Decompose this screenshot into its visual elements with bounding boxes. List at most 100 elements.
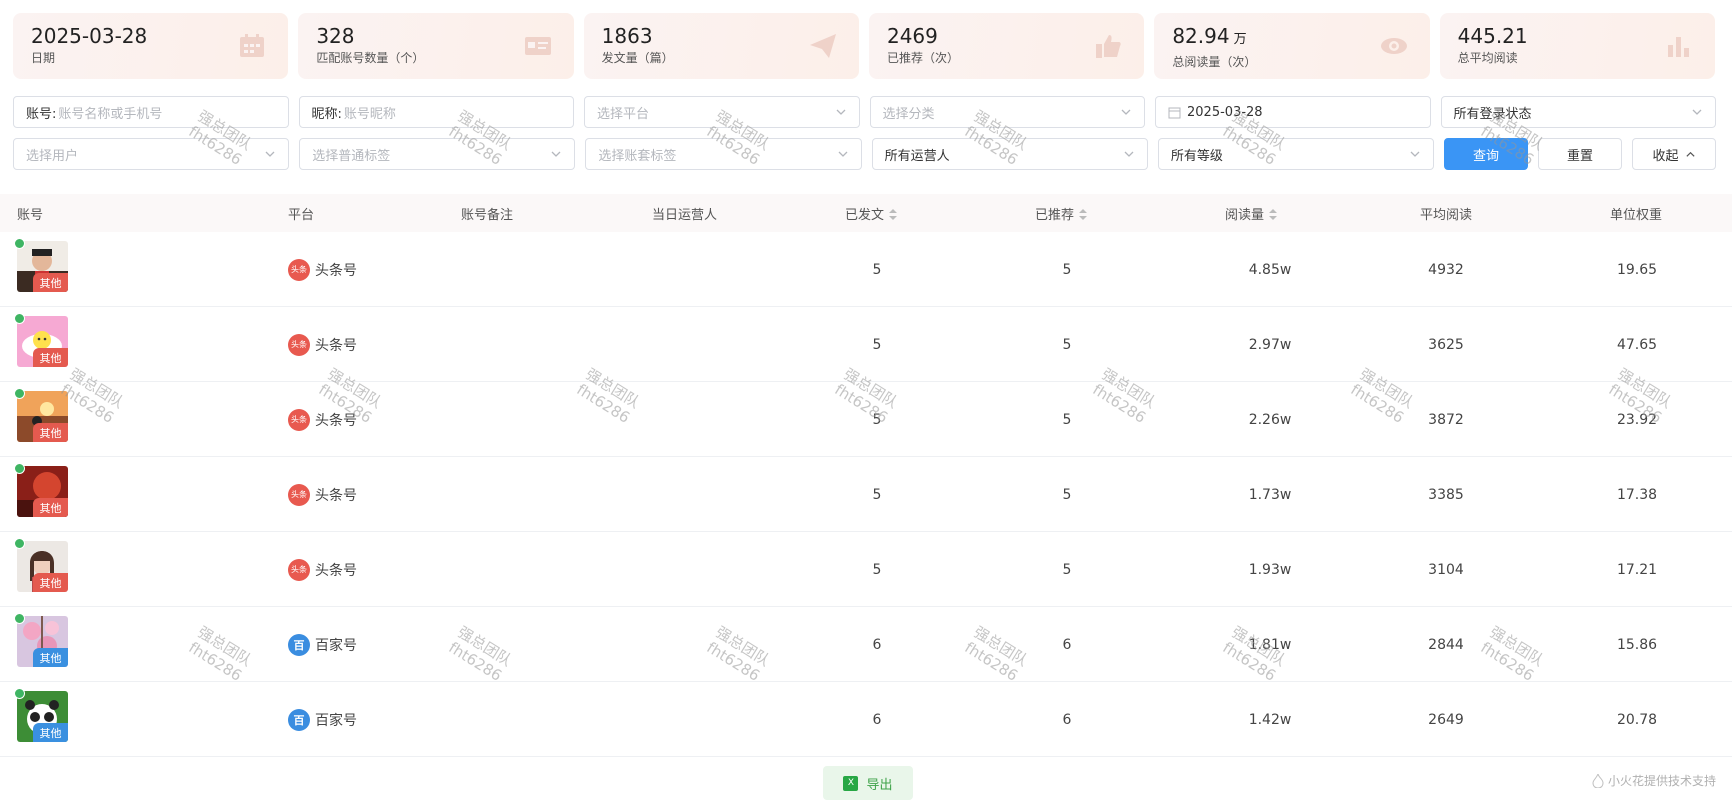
avatar[interactable]: 其他 (17, 541, 68, 592)
reset-button[interactable]: 重置 (1538, 138, 1623, 170)
avatar[interactable]: 其他 (17, 316, 68, 367)
category-select[interactable]: 选择分类 (869, 96, 1145, 128)
header-platform: 平台 (288, 207, 315, 223)
toutiao-icon: 头条 (288, 258, 310, 281)
stat-card: 2025-03-28 日期 (13, 13, 289, 79)
header-recommended[interactable]: 已推荐 (1035, 204, 1088, 223)
nickname-placeholder: 账号昵称 (343, 106, 396, 122)
reads-cell: 1.73w (1248, 486, 1292, 503)
sort-icon (1269, 208, 1278, 220)
avg-reads-cell: 3385 (1428, 486, 1464, 503)
id-card-icon (524, 33, 552, 59)
paper-plane-icon (809, 33, 837, 59)
stat-label: 总阅读量（次） (1172, 55, 1257, 69)
platform-name: 头条号 (315, 487, 357, 504)
date-picker[interactable]: 2025-03-28 (1155, 96, 1431, 128)
header-operator: 当日运营人 (652, 207, 718, 223)
date-value: 2025-03-28 (1187, 104, 1263, 120)
stat-card: 2469 已推荐（次） (868, 13, 1145, 79)
sort-icon (889, 208, 898, 220)
platform-cell: 百百家号 (288, 682, 357, 757)
header-reads[interactable]: 阅读量 (1225, 204, 1278, 223)
platform-cell: 头条 头条号 (288, 457, 357, 532)
stat-value: 1863 (601, 24, 653, 48)
package-tag-select[interactable]: 选择账套标签 (585, 138, 862, 170)
stat-label: 已推荐（次） (886, 51, 959, 65)
weight-cell: 47.65 (1616, 336, 1658, 353)
platform-name: 头条号 (315, 562, 357, 579)
excel-icon: X (843, 775, 859, 791)
avg-reads-cell: 4932 (1428, 261, 1464, 278)
chevron-down-icon (1410, 151, 1420, 157)
filter-actions: 查询 重置 收起 (1444, 138, 1717, 170)
reads-cell: 4.85w (1248, 261, 1292, 278)
header-note: 账号备注 (461, 207, 514, 223)
platform-name: 头条号 (315, 412, 357, 429)
avatar[interactable]: 其他 (17, 691, 68, 742)
platform-select[interactable]: 选择平台 (584, 96, 860, 128)
recommended-cell: 5 (1062, 486, 1072, 503)
operator-select[interactable]: 所有运营人 (871, 138, 1148, 170)
collapse-button[interactable]: 收起 (1632, 138, 1717, 170)
nickname-search-input[interactable]: 昵称: 账号昵称 (298, 96, 574, 128)
weight-cell: 15.86 (1616, 636, 1658, 653)
platform-cell: 头条 头条号 (288, 532, 357, 607)
calendar-icon (1168, 107, 1181, 118)
posts-cell: 5 (872, 336, 882, 353)
user-select[interactable]: 选择用户 (13, 138, 290, 170)
stat-value: 328 (316, 24, 355, 48)
avatar[interactable]: 其他 (17, 616, 68, 667)
level-value: 所有等级 (1170, 148, 1223, 164)
thumbs-up-icon (1094, 33, 1122, 59)
posts-cell: 6 (872, 711, 882, 728)
stat-value: 2025-03-28 (31, 24, 148, 48)
avatar[interactable]: 其他 (17, 241, 68, 292)
table-row[interactable]: 其他 头条 头条号 5 5 2.97w 3625 47.65 (0, 307, 1732, 382)
online-status-dot (14, 388, 25, 399)
online-status-dot (14, 463, 25, 474)
online-status-dot (14, 238, 25, 249)
table-row[interactable]: 其他 百百家号 6 6 1.81w 2844 15.86 (0, 607, 1732, 682)
footer-text: 小火花提供技术支持 (1607, 774, 1716, 788)
category-badge: 其他 (33, 348, 68, 367)
avatar[interactable]: 其他 (17, 391, 68, 442)
operator-value: 所有运营人 (884, 148, 950, 164)
platform-name: 头条号 (315, 337, 357, 354)
table-row[interactable]: 其他 头条 头条号 5 5 4.85w 4932 19.65 (0, 232, 1732, 307)
login-status-select[interactable]: 所有登录状态 (1440, 96, 1716, 128)
table-row[interactable]: 其他 百百家号 6 6 1.42w 2649 20.78 (0, 682, 1732, 757)
table-row[interactable]: 其他 头条 头条号 5 5 1.93w 3104 17.21 (0, 532, 1732, 607)
stat-value: 2469 (886, 24, 938, 48)
export-button[interactable]: X 导出 (823, 766, 913, 800)
stat-label: 总平均阅读 (1457, 51, 1518, 65)
stat-value: 82.94 万 (1172, 24, 1247, 48)
account-search-input[interactable]: 账号: 账号名称或手机号 (13, 96, 289, 128)
category-badge: 其他 (33, 498, 68, 517)
category-badge: 其他 (33, 723, 68, 742)
avatar[interactable]: 其他 (17, 466, 68, 517)
table-row[interactable]: 其他 头条 头条号 5 5 2.26w 3872 23.92 (0, 382, 1732, 457)
chevron-down-icon (551, 151, 561, 157)
reads-cell: 1.81w (1248, 636, 1292, 653)
posts-cell: 5 (872, 261, 882, 278)
tag-select[interactable]: 选择普通标签 (299, 138, 576, 170)
stat-label: 发文量（篇） (601, 51, 674, 65)
avg-reads-cell: 2844 (1428, 636, 1464, 653)
level-select[interactable]: 所有等级 (1157, 138, 1435, 170)
header-posts[interactable]: 已发文 (845, 204, 898, 223)
table-row[interactable]: 其他 头条 头条号 5 5 1.73w 3385 17.38 (0, 457, 1732, 532)
query-button[interactable]: 查询 (1444, 138, 1529, 170)
platform-cell: 头条 头条号 (288, 382, 357, 457)
recommended-cell: 6 (1062, 711, 1072, 728)
package-tag-placeholder: 选择账套标签 (598, 148, 677, 164)
stats-bar: 2025-03-28 日期 328 匹配账号数量（个） 1863 发文量（篇） 2469 已推… (13, 13, 1715, 79)
calendar-icon (238, 33, 266, 59)
login-status-value: 所有登录状态 (1453, 106, 1532, 122)
eye-icon (1380, 33, 1408, 59)
chevron-up-icon (1685, 151, 1695, 157)
stat-value: 445.21 (1457, 24, 1528, 48)
chevron-down-icon (1121, 109, 1131, 115)
avg-reads-cell: 3872 (1428, 411, 1464, 428)
table-header: 账号 平台 账号备注 当日运营人 已发文 已推荐 阅读量 平均阅读 单位权重 (0, 194, 1732, 232)
header-weight: 单位权重 (1610, 207, 1663, 223)
